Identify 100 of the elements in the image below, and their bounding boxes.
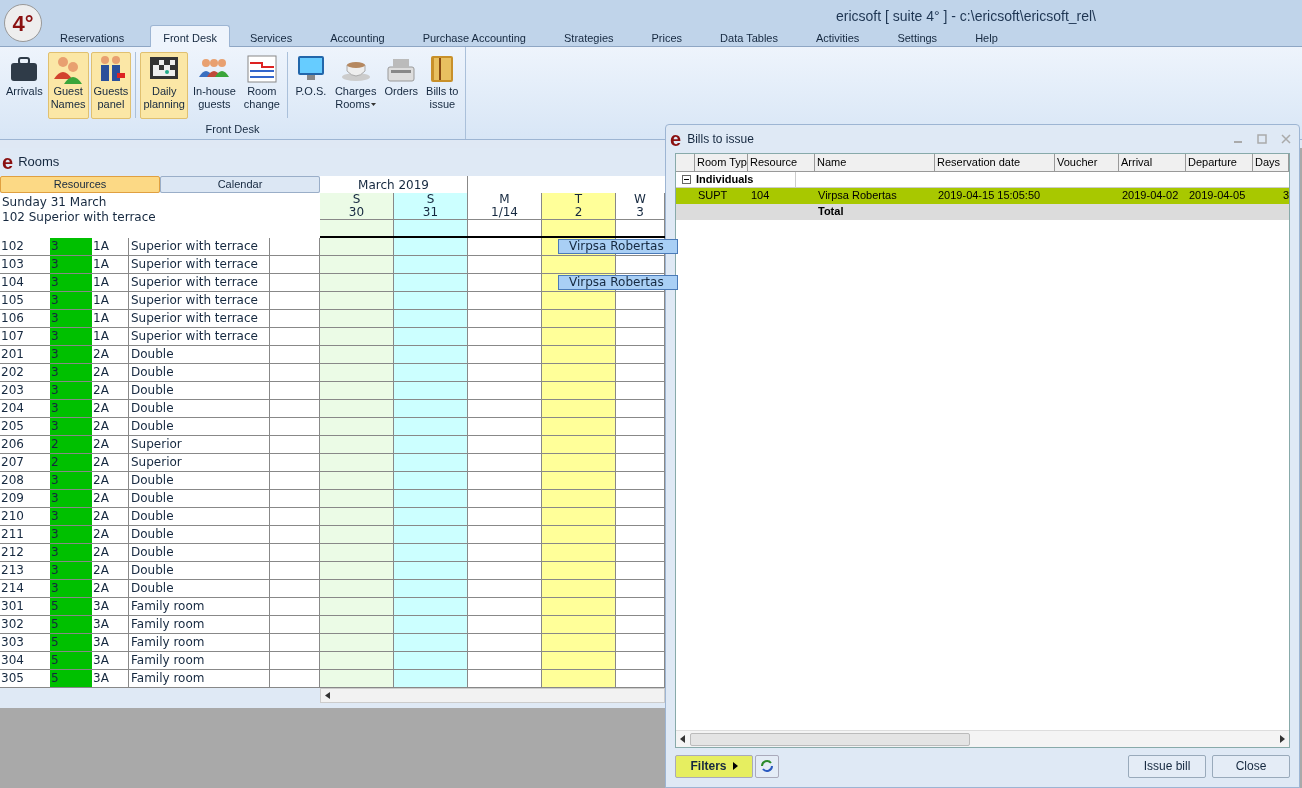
calendar-cell[interactable] (320, 598, 394, 615)
filters-button[interactable]: Filters (675, 754, 753, 778)
booking-bar[interactable]: Virpsa Robertas (558, 275, 678, 290)
calendar-cell[interactable] (394, 292, 468, 309)
calendar-cell[interactable] (542, 616, 616, 633)
calendar-cell[interactable] (542, 652, 616, 669)
calendar-cell[interactable] (320, 472, 394, 489)
ribbon-tab[interactable]: Purchase Accounting (410, 25, 538, 47)
calendar-cell[interactable] (394, 454, 468, 471)
calendar-cell[interactable] (542, 256, 616, 273)
column-header[interactable]: Days (1253, 154, 1289, 171)
calendar-cell[interactable] (320, 382, 394, 399)
scroll-thumb[interactable] (690, 732, 970, 746)
calendar-cell[interactable] (542, 418, 616, 435)
calendar-cell[interactable] (394, 346, 468, 363)
maximize-icon[interactable] (1257, 134, 1267, 144)
dialog-button[interactable]: Issue bill (1128, 754, 1206, 778)
calendar-cell[interactable] (542, 310, 616, 327)
calendar-cell[interactable] (394, 490, 468, 507)
column-header[interactable]: Arrival (1119, 154, 1186, 171)
calendar-cell[interactable] (542, 436, 616, 453)
refresh-button[interactable] (755, 754, 779, 778)
calendar-cell[interactable] (542, 346, 616, 363)
column-header[interactable]: Departure (1186, 154, 1253, 171)
calendar-cell[interactable] (320, 562, 394, 579)
calendar-cell[interactable] (394, 400, 468, 417)
calendar-cell[interactable] (394, 328, 468, 345)
calendar-cell[interactable] (542, 562, 616, 579)
calendar-cell[interactable] (394, 562, 468, 579)
column-header[interactable]: Reservation date (935, 154, 1055, 171)
calendar-cell[interactable] (320, 346, 394, 363)
calendar-cell[interactable] (542, 526, 616, 543)
view-tab[interactable]: Calendar (160, 176, 320, 193)
dialog-button[interactable]: Close (1212, 754, 1290, 778)
ribbon-tab[interactable]: Activities (803, 25, 872, 47)
ribbon-button[interactable]: Daily planning (140, 52, 188, 119)
ribbon-tab[interactable]: Accounting (318, 25, 397, 47)
calendar-cell[interactable] (542, 400, 616, 417)
ribbon-button[interactable]: Room change (240, 52, 283, 119)
ribbon-button[interactable]: In-house guests (189, 52, 239, 119)
calendar-cell[interactable] (320, 418, 394, 435)
horizontal-scrollbar[interactable] (320, 688, 665, 703)
calendar-cell[interactable] (394, 310, 468, 327)
calendar-cell[interactable] (394, 382, 468, 399)
calendar-cell[interactable] (542, 454, 616, 471)
calendar-cell[interactable] (394, 364, 468, 381)
calendar-cell[interactable] (320, 292, 394, 309)
column-header[interactable]: Voucher (1055, 154, 1119, 171)
calendar-cell[interactable] (394, 634, 468, 651)
ribbon-tab[interactable]: Front Desk (150, 25, 230, 47)
ribbon-button[interactable]: Arrivals (3, 52, 46, 119)
calendar-cell[interactable] (542, 472, 616, 489)
ribbon-tab[interactable]: Settings (885, 25, 950, 47)
calendar-cell[interactable] (320, 526, 394, 543)
ribbon-button[interactable]: P.O.S. (291, 52, 330, 119)
column-header[interactable]: Room Typ (695, 154, 748, 171)
view-tab[interactable]: Resources (0, 176, 160, 193)
calendar-cell[interactable] (320, 364, 394, 381)
ribbon-button[interactable]: Guest Names (47, 52, 89, 119)
calendar-cell[interactable] (542, 292, 616, 309)
calendar-cell[interactable] (394, 274, 468, 291)
calendar-cell[interactable] (320, 328, 394, 345)
calendar-cell[interactable] (320, 454, 394, 471)
calendar-cell[interactable] (320, 310, 394, 327)
calendar-cell[interactable] (320, 634, 394, 651)
calendar-cell[interactable] (542, 544, 616, 561)
ribbon-tab[interactable]: Services (238, 25, 305, 47)
close-icon[interactable] (1281, 134, 1291, 144)
column-header[interactable]: Resource (748, 154, 815, 171)
calendar-cell[interactable] (320, 400, 394, 417)
calendar-cell[interactable] (320, 616, 394, 633)
calendar-cell[interactable] (320, 508, 394, 525)
calendar-cell[interactable] (320, 670, 394, 687)
calendar-cell[interactable] (542, 508, 616, 525)
calendar-cell[interactable] (320, 256, 394, 273)
calendar-cell[interactable] (320, 238, 394, 255)
calendar-cell[interactable] (320, 436, 394, 453)
ribbon-tab[interactable]: Help (963, 25, 1010, 47)
calendar-cell[interactable] (320, 544, 394, 561)
calendar-cell[interactable] (542, 598, 616, 615)
calendar-cell[interactable] (394, 526, 468, 543)
ribbon-button[interactable]: Orders (381, 52, 422, 119)
ribbon-button[interactable]: Bills to issue (423, 52, 462, 119)
calendar-cell[interactable] (320, 580, 394, 597)
collapse-icon[interactable] (681, 175, 691, 184)
calendar-cell[interactable] (394, 508, 468, 525)
calendar-cell[interactable] (394, 436, 468, 453)
calendar-cell[interactable] (394, 544, 468, 561)
calendar-cell[interactable] (542, 580, 616, 597)
app-logo[interactable]: 4° (4, 4, 42, 42)
ribbon-tab[interactable]: Strategies (552, 25, 626, 47)
column-header[interactable]: Name (815, 154, 935, 171)
ribbon-button[interactable]: Guests panel (90, 52, 132, 119)
calendar-cell[interactable] (320, 490, 394, 507)
calendar-cell[interactable] (394, 616, 468, 633)
ribbon-button[interactable]: Charges Rooms (331, 52, 380, 119)
calendar-cell[interactable] (542, 364, 616, 381)
calendar-cell[interactable] (394, 652, 468, 669)
calendar-cell[interactable] (542, 328, 616, 345)
calendar-cell[interactable] (542, 490, 616, 507)
